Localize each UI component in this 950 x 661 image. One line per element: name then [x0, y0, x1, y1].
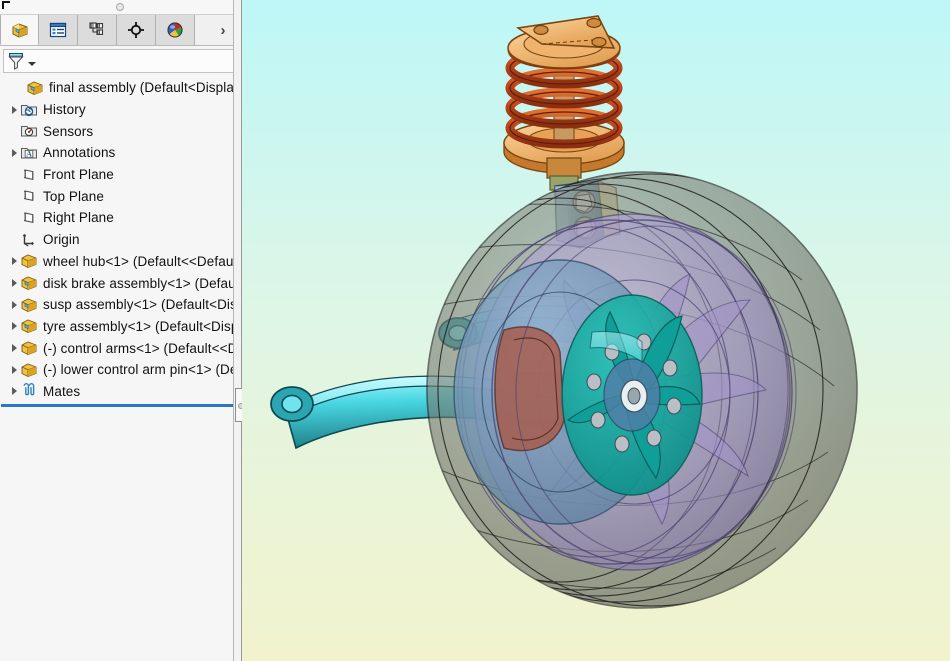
expand-arrow-icon[interactable] — [8, 147, 20, 159]
feature-manager-panel: › final assembly (Default<Display Stat — [0, 0, 242, 661]
pin-icon[interactable] — [1, 0, 13, 12]
plane-icon — [20, 187, 38, 205]
tree-item-control-arms-1-default-d[interactable]: (-) control arms<1> (Default<<D — [0, 337, 241, 359]
origin-icon — [20, 231, 38, 249]
tree-item-final-assembly-default-display-stat[interactable]: final assembly (Default<Display Stat — [0, 77, 241, 99]
tree-item-label: Top Plane — [43, 188, 104, 204]
crosshair-target-icon — [126, 20, 146, 40]
svg-text:A: A — [26, 150, 32, 159]
expand-arrow-icon[interactable] — [8, 342, 20, 354]
tree-item-label: History — [43, 102, 86, 118]
assembly-icon — [26, 79, 44, 97]
tree-filter-bar[interactable] — [3, 49, 238, 73]
tree-item-history[interactable]: History — [0, 99, 241, 121]
expand-arrow-icon[interactable] — [8, 104, 20, 116]
tree-item-label: Front Plane — [43, 167, 114, 183]
tree-item-label: Annotations — [43, 145, 116, 161]
tree-item-front-plane[interactable]: Front Plane — [0, 164, 241, 186]
plane-icon — [20, 166, 38, 184]
tree-item-wheel-hub-1-default-default[interactable]: wheel hub<1> (Default<<Default — [0, 251, 241, 273]
tree-item-label: Mates — [43, 383, 81, 399]
expand-arrow-icon[interactable] — [8, 385, 20, 397]
subassembly-icon — [20, 296, 38, 314]
cad-model-render — [242, 0, 950, 661]
annotations-folder-icon: A — [20, 144, 38, 162]
tree-item-label: susp assembly<1> (Default<Disp — [43, 297, 241, 313]
expand-arrow-icon[interactable] — [8, 255, 20, 267]
property-list-icon — [48, 20, 68, 40]
panel-title-bar — [0, 0, 241, 15]
tree-item-label: Right Plane — [43, 210, 114, 226]
history-folder-icon — [20, 101, 38, 119]
tree-item-label: Sensors — [43, 123, 94, 139]
tree-item-origin[interactable]: Origin — [0, 229, 241, 251]
brake-caliper — [494, 326, 565, 452]
wheel-hub-part — [561, 294, 703, 496]
expand-arrow-icon[interactable] — [8, 320, 20, 332]
tree-item-label: disk brake assembly<1> (Defaul — [43, 275, 239, 291]
filter-chevron-down-icon[interactable] — [28, 62, 36, 66]
configuration-icon — [87, 20, 107, 40]
tree-item-annotations[interactable]: A Annotations — [0, 142, 241, 164]
manager-tab-strip: › — [0, 15, 241, 46]
tree-item-disk-brake-assembly-1-defaul[interactable]: disk brake assembly<1> (Defaul — [0, 272, 241, 294]
subassembly-icon — [20, 274, 38, 292]
solidworks-window: › final assembly (Default<Display Stat — [0, 0, 950, 661]
graphics-viewport-3d[interactable] — [242, 0, 950, 661]
funnel-filter-icon[interactable] — [8, 52, 25, 70]
tree-item-sensors[interactable]: Sensors — [0, 120, 241, 142]
tree-insertion-bar[interactable] — [1, 404, 241, 408]
expand-arrow-icon[interactable] — [8, 364, 20, 376]
panel-splitter[interactable] — [233, 0, 241, 661]
part-icon — [20, 252, 38, 270]
feature-tree: final assembly (Default<Display Stat His… — [0, 73, 241, 661]
tree-item-label: tyre assembly<1> (Default<Disp — [43, 318, 239, 334]
tab-configuration-manager[interactable] — [78, 15, 117, 45]
tab-dimxpert-manager[interactable] — [117, 15, 156, 45]
color-sphere-icon — [165, 20, 185, 40]
tree-item-label: (-) control arms<1> (Default<<D — [43, 340, 238, 356]
tab-feature-manager[interactable] — [0, 15, 39, 45]
tree-item-tyre-assembly-1-default-disp[interactable]: tyre assembly<1> (Default<Disp — [0, 316, 241, 338]
subassembly-icon — [20, 317, 38, 335]
tab-display-manager[interactable] — [156, 15, 195, 45]
sensors-folder-icon — [20, 122, 38, 140]
expand-arrow-icon[interactable] — [8, 277, 20, 289]
yellow-box-icon — [10, 20, 30, 40]
tree-item-label: (-) lower control arm pin<1> (De — [43, 362, 238, 378]
panel-resize-dot[interactable] — [116, 3, 124, 11]
plane-icon — [20, 209, 38, 227]
tree-item-mates[interactable]: Mates — [0, 381, 241, 403]
tree-item-label: wheel hub<1> (Default<<Default — [43, 253, 241, 269]
part-icon — [20, 339, 38, 357]
tab-property-manager[interactable] — [39, 15, 78, 45]
expand-arrow-icon[interactable] — [8, 299, 20, 311]
tree-item-right-plane[interactable]: Right Plane — [0, 207, 241, 229]
part-icon — [20, 361, 38, 379]
tree-item-lower-control-arm-pin-1-de[interactable]: (-) lower control arm pin<1> (De — [0, 359, 241, 381]
tree-item-susp-assembly-1-default-disp[interactable]: susp assembly<1> (Default<Disp — [0, 294, 241, 316]
tree-item-label: Origin — [43, 232, 80, 248]
tree-item-label: final assembly (Default<Display Stat — [49, 80, 241, 96]
mates-paperclip-icon — [20, 382, 38, 400]
tree-item-top-plane[interactable]: Top Plane — [0, 185, 241, 207]
